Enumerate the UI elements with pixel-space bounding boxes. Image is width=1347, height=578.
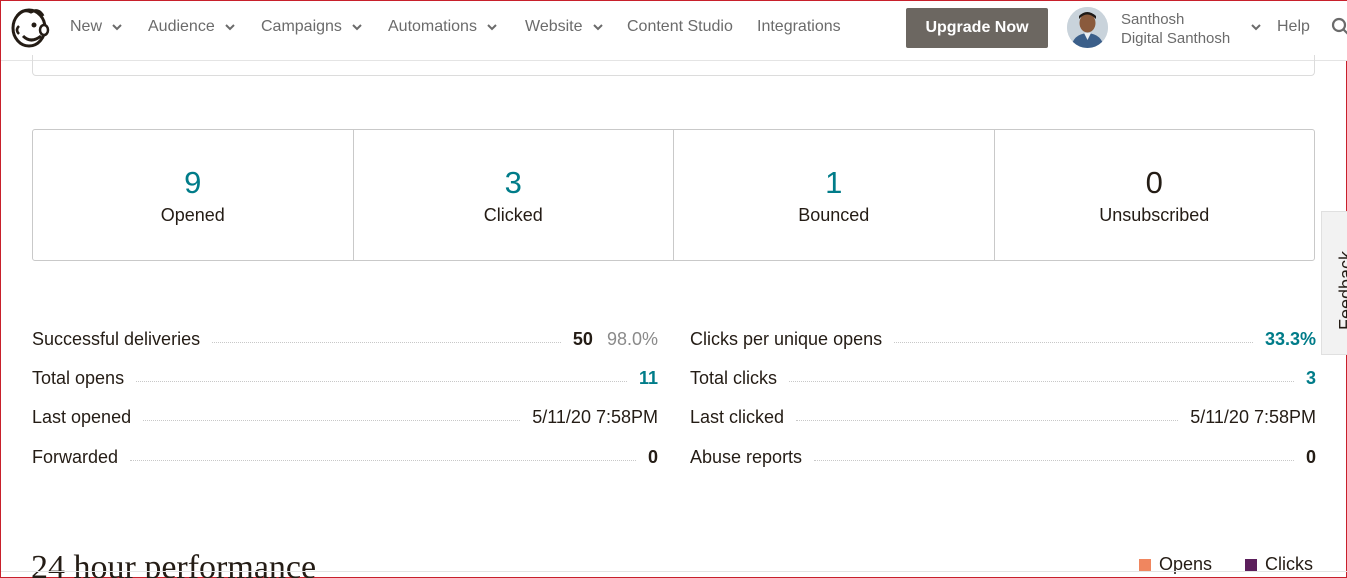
metric-label: Total opens bbox=[32, 368, 125, 388]
metric-value-link[interactable]: 11 bbox=[639, 368, 658, 389]
feedback-tab[interactable]: Feedback bbox=[1321, 211, 1347, 355]
user-org: Digital Santhosh bbox=[1121, 30, 1231, 47]
stat-opened-label: Opened bbox=[160, 204, 225, 225]
nav-integrations-label: Integrations bbox=[757, 18, 841, 35]
stat-bounced-value: 1 bbox=[825, 164, 843, 200]
metric-value: 5/11/20 7:58PM bbox=[1190, 407, 1316, 427]
dotted-leader bbox=[136, 381, 627, 382]
stats-summary: 9 Opened 3 Clicked 1 Bounced 0 Unsubscri… bbox=[32, 129, 1315, 261]
stat-unsubscribed-value: 0 bbox=[1145, 164, 1163, 200]
metric-last-opened: Last opened 5/11/20 7:58PM bbox=[32, 407, 658, 431]
mailchimp-logo-icon[interactable] bbox=[9, 6, 51, 50]
nav-website-label: Website bbox=[525, 18, 583, 35]
user-name: Santhosh bbox=[1121, 11, 1185, 28]
chevron-down-icon bbox=[352, 24, 362, 31]
stat-opened[interactable]: 9 Opened bbox=[33, 130, 354, 260]
nav-campaigns[interactable]: Campaigns bbox=[261, 18, 362, 36]
metric-label: Last opened bbox=[32, 407, 132, 427]
nav-website[interactable]: Website bbox=[525, 18, 603, 36]
metric-label: Total clicks bbox=[690, 368, 778, 388]
chevron-down-icon bbox=[592, 24, 603, 31]
metric-forwarded: Forwarded 0 bbox=[32, 447, 658, 471]
stat-opened-value: 9 bbox=[184, 164, 202, 200]
metric-successful-deliveries: Successful deliveries 50 98.0% bbox=[32, 329, 658, 353]
metric-label: Last clicked bbox=[690, 407, 785, 427]
section-title-performance: 24 hour performance bbox=[31, 549, 317, 578]
nav-new[interactable]: New bbox=[70, 18, 122, 36]
clicks-swatch bbox=[1245, 558, 1257, 571]
user-menu[interactable]: Santhosh Digital Santhosh bbox=[1121, 10, 1230, 48]
feedback-label: Feedback bbox=[1336, 250, 1347, 330]
nav-audience[interactable]: Audience bbox=[148, 18, 235, 36]
nav-new-label: New bbox=[70, 18, 103, 35]
nav-content-studio[interactable]: Content Studio bbox=[627, 18, 733, 36]
upgrade-now-button[interactable]: Upgrade Now bbox=[906, 8, 1048, 48]
nav-audience-label: Audience bbox=[148, 18, 215, 35]
dotted-leader bbox=[894, 342, 1253, 343]
dotted-leader bbox=[796, 420, 1179, 421]
metric-abuse-reports: Abuse reports 0 bbox=[690, 447, 1316, 471]
chevron-down-icon bbox=[487, 24, 497, 31]
dotted-leader bbox=[130, 460, 636, 461]
metric-total-clicks: Total clicks 3 bbox=[690, 368, 1316, 392]
stat-bounced[interactable]: 1 Bounced bbox=[674, 130, 995, 260]
metric-clicks-per-unique-opens: Clicks per unique opens 33.3% bbox=[690, 329, 1316, 353]
previous-card-edge bbox=[32, 55, 1315, 76]
dotted-leader bbox=[789, 381, 1294, 382]
opens-swatch bbox=[1139, 558, 1151, 571]
chevron-down-icon[interactable] bbox=[1251, 22, 1261, 32]
stat-clicked-label: Clicked bbox=[483, 204, 543, 225]
metric-percent: 98.0% bbox=[606, 329, 658, 349]
dotted-leader bbox=[814, 460, 1294, 461]
help-link[interactable]: Help bbox=[1277, 18, 1310, 36]
divider bbox=[1, 571, 1347, 572]
chevron-down-icon bbox=[112, 24, 122, 31]
metric-label: Clicks per unique opens bbox=[690, 329, 883, 349]
stat-clicked-value: 3 bbox=[504, 164, 522, 200]
stat-bounced-label: Bounced bbox=[798, 204, 870, 225]
metric-value-link[interactable]: 33.3% bbox=[1265, 329, 1316, 350]
stat-unsubscribed-label: Unsubscribed bbox=[1099, 204, 1210, 225]
avatar[interactable] bbox=[1067, 7, 1108, 48]
nav-automations[interactable]: Automations bbox=[388, 18, 497, 36]
chevron-down-icon bbox=[225, 24, 235, 31]
dotted-leader bbox=[143, 420, 521, 421]
nav-automations-label: Automations bbox=[388, 18, 477, 35]
metric-value: 5/11/20 7:58PM bbox=[532, 407, 658, 427]
metric-value: 0 bbox=[1305, 447, 1316, 467]
metric-value-link[interactable]: 3 bbox=[1306, 368, 1316, 389]
stat-clicked[interactable]: 3 Clicked bbox=[354, 130, 674, 260]
nav-content-studio-label: Content Studio bbox=[627, 18, 733, 35]
dotted-leader bbox=[212, 342, 561, 343]
metric-label: Successful deliveries bbox=[32, 329, 201, 349]
nav-campaigns-label: Campaigns bbox=[261, 18, 342, 35]
metric-label: Abuse reports bbox=[690, 447, 803, 467]
metric-last-clicked: Last clicked 5/11/20 7:58PM bbox=[690, 407, 1316, 431]
metric-total-opens: Total opens 11 bbox=[32, 368, 658, 392]
search-icon[interactable] bbox=[1331, 17, 1347, 37]
stat-unsubscribed: 0 Unsubscribed bbox=[995, 130, 1315, 260]
nav-integrations[interactable]: Integrations bbox=[757, 18, 841, 36]
metric-value: 0 bbox=[647, 447, 658, 467]
metric-label: Forwarded bbox=[32, 447, 119, 467]
metric-value: 50 bbox=[572, 329, 593, 349]
top-nav: New Audience Campaigns Automations Websi… bbox=[1, 1, 1347, 61]
